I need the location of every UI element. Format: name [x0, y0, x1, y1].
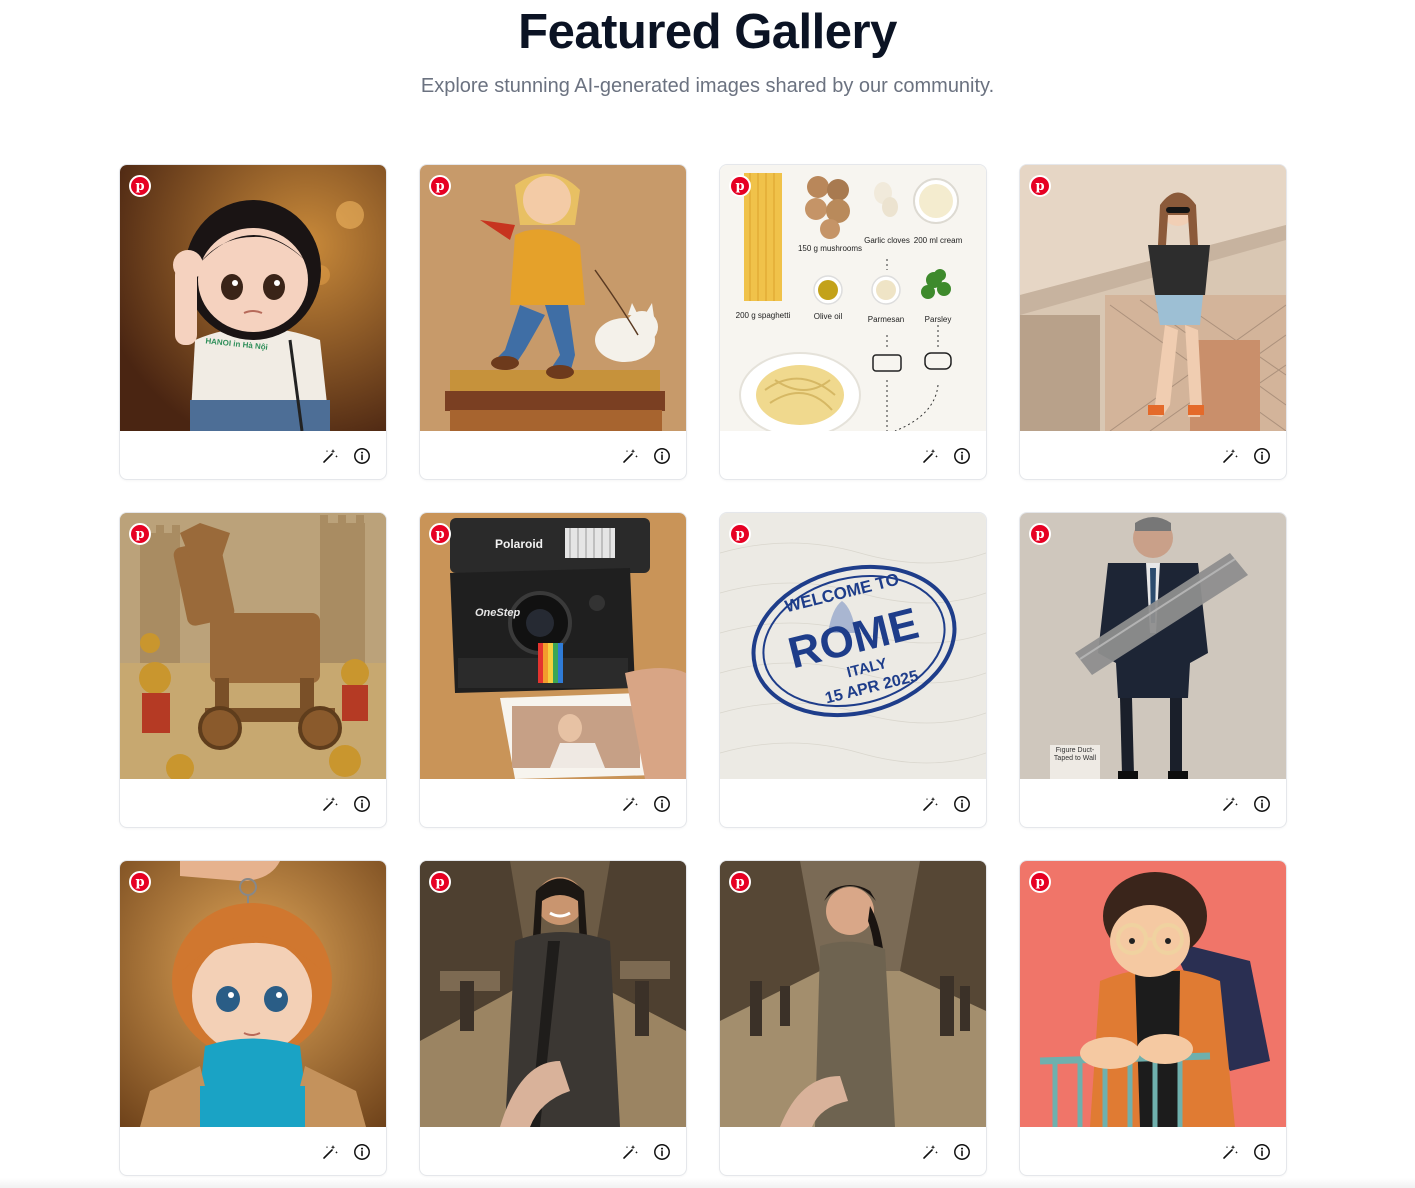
info-icon[interactable]	[351, 793, 373, 815]
gallery-image[interactable]: p	[120, 513, 386, 779]
magic-wand-icon[interactable]	[319, 445, 341, 467]
gallery-card[interactable]: p	[1019, 860, 1287, 1176]
pinterest-icon[interactable]: p	[1029, 175, 1051, 197]
gallery-card[interactable]: p	[1019, 164, 1287, 480]
pinterest-icon[interactable]: p	[429, 175, 451, 197]
gallery-card[interactable]: p	[119, 860, 387, 1176]
gallery-image[interactable]: WELCOME TO ROME ITALY 15 APR 2025 p	[720, 513, 986, 779]
gallery-image[interactable]: p	[420, 861, 686, 1127]
magic-wand-icon[interactable]	[319, 793, 341, 815]
card-footer	[120, 431, 386, 479]
pinterest-icon[interactable]: p	[129, 523, 151, 545]
info-icon[interactable]	[1251, 1141, 1273, 1163]
gallery-image[interactable]: p	[1020, 861, 1286, 1127]
page-title: Featured Gallery	[518, 5, 897, 59]
card-footer	[1020, 779, 1286, 827]
card-footer	[120, 779, 386, 827]
page-subtitle: Explore stunning AI-generated images sha…	[420, 75, 995, 97]
magic-wand-icon[interactable]	[919, 445, 941, 467]
gallery-card[interactable]: Figure Duct-Taped to Wall p	[1019, 512, 1287, 828]
card-footer	[720, 1127, 986, 1175]
magic-wand-icon[interactable]	[919, 793, 941, 815]
gallery-card[interactable]: WELCOME TO ROME ITALY 15 APR 2025 p	[719, 512, 987, 828]
recipe-label: Parmesan	[868, 315, 904, 324]
gallery-image[interactable]: p	[1020, 165, 1286, 431]
info-icon[interactable]	[951, 793, 973, 815]
pinterest-icon[interactable]: p	[729, 175, 751, 197]
gallery-image[interactable]: 200 g spaghetti 150 g mushrooms Garlic c…	[720, 165, 986, 431]
card-footer	[720, 779, 986, 827]
card-footer	[420, 779, 686, 827]
card-footer	[420, 431, 686, 479]
pinterest-icon[interactable]: p	[729, 523, 751, 545]
card-footer	[720, 431, 986, 479]
gallery-card[interactable]: p	[419, 860, 687, 1176]
card-footer	[1020, 1127, 1286, 1175]
gallery-card[interactable]: Polaroid OneStep p	[419, 512, 687, 828]
pinterest-icon[interactable]: p	[729, 871, 751, 893]
recipe-label: 200 g spaghetti	[736, 311, 791, 320]
info-icon[interactable]	[951, 1141, 973, 1163]
recipe-label: Olive oil	[814, 312, 843, 321]
info-icon[interactable]	[651, 1141, 673, 1163]
info-icon[interactable]	[951, 445, 973, 467]
info-icon[interactable]	[1251, 793, 1273, 815]
info-icon[interactable]	[651, 445, 673, 467]
magic-wand-icon[interactable]	[619, 445, 641, 467]
pinterest-icon[interactable]: p	[429, 871, 451, 893]
recipe-label: Parsley	[925, 315, 952, 324]
gallery-image[interactable]: p	[420, 165, 686, 431]
recipe-label: Garlic cloves	[864, 236, 910, 245]
camera-model: OneStep	[475, 607, 521, 619]
gallery-grid: HANOI in Hà Nội p p 200 g spaghetti 150 …	[119, 164, 1287, 1176]
gallery-image[interactable]: p	[720, 861, 986, 1127]
gallery-image[interactable]: p	[120, 861, 386, 1127]
magic-wand-icon[interactable]	[1219, 445, 1241, 467]
gallery-image[interactable]: Polaroid OneStep p	[420, 513, 686, 779]
recipe-label: 200 ml cream	[914, 236, 963, 245]
pinterest-icon[interactable]: p	[429, 523, 451, 545]
card-footer	[1020, 431, 1286, 479]
magic-wand-icon[interactable]	[1219, 793, 1241, 815]
info-icon[interactable]	[351, 445, 373, 467]
pinterest-icon[interactable]: p	[129, 175, 151, 197]
camera-brand: Polaroid	[495, 537, 543, 551]
magic-wand-icon[interactable]	[319, 1141, 341, 1163]
pinterest-icon[interactable]: p	[1029, 523, 1051, 545]
info-icon[interactable]	[651, 793, 673, 815]
gallery-image[interactable]: Figure Duct-Taped to Wall p	[1020, 513, 1286, 779]
scroll-edge	[0, 1178, 1415, 1188]
gallery-card[interactable]: 200 g spaghetti 150 g mushrooms Garlic c…	[719, 164, 987, 480]
figure-label: Figure Duct-Taped to Wall	[1053, 747, 1097, 762]
magic-wand-icon[interactable]	[919, 1141, 941, 1163]
card-footer	[420, 1127, 686, 1175]
pinterest-icon[interactable]: p	[1029, 871, 1051, 893]
pinterest-icon[interactable]: p	[129, 871, 151, 893]
magic-wand-icon[interactable]	[1219, 1141, 1241, 1163]
recipe-label: 150 g mushrooms	[798, 244, 862, 253]
card-footer	[120, 1127, 386, 1175]
gallery-card[interactable]: HANOI in Hà Nội p	[119, 164, 387, 480]
info-icon[interactable]	[1251, 445, 1273, 467]
gallery-image[interactable]: HANOI in Hà Nội p	[120, 165, 386, 431]
magic-wand-icon[interactable]	[619, 1141, 641, 1163]
magic-wand-icon[interactable]	[619, 793, 641, 815]
gallery-card[interactable]: p	[719, 860, 987, 1176]
info-icon[interactable]	[351, 1141, 373, 1163]
gallery-card[interactable]: p	[119, 512, 387, 828]
gallery-card[interactable]: p	[419, 164, 687, 480]
